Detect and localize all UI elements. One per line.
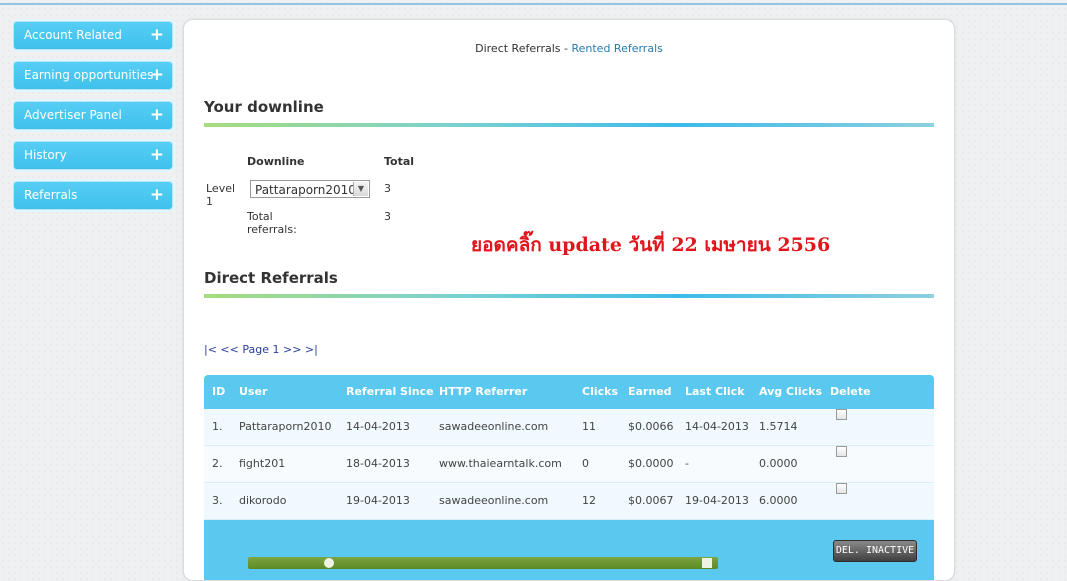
sidebar-item-referrals[interactable]: Referrals + [13, 181, 173, 210]
column-header-referral-since: Referral Since [346, 385, 434, 398]
column-header-id: ID [212, 385, 226, 398]
top-border [0, 3, 1067, 5]
plus-icon: + [149, 65, 164, 85]
table-row: 2. fight201 18-04-2013 www.thaiearntalk.… [204, 446, 934, 483]
row-user: dikorodo [239, 494, 287, 507]
tab-direct-referrals[interactable]: Direct Referrals [475, 42, 560, 55]
direct-referrals-title: Direct Referrals [204, 269, 338, 287]
click-update-note: ยอดคลิ๊ก update วันที่ 22 เมษายน 2556 [471, 234, 831, 256]
table-row: 1. Pattaraporn2010 14-04-2013 sawadeeonl… [204, 409, 934, 446]
row-last-click: 19-04-2013 [685, 494, 749, 507]
row-earned: $0.0066 [628, 420, 674, 433]
column-header-http-referrer: HTTP Referrer [439, 385, 528, 398]
row-referral-since: 14-04-2013 [346, 420, 410, 433]
row-id: 3. [212, 494, 223, 507]
row-id: 1. [212, 420, 223, 433]
plus-icon: + [149, 185, 164, 205]
row-clicks: 0 [582, 457, 589, 470]
banner-bar [248, 557, 718, 569]
downline-title: Your downline [204, 98, 324, 116]
total-referrals-label: Total referrals: [247, 210, 297, 236]
table-row: 3. dikorodo 19-04-2013 sawadeeonline.com… [204, 483, 934, 520]
row-avg-clicks: 1.5714 [759, 420, 798, 433]
referral-tabs: Direct Referrals - Rented Referrals [184, 42, 954, 55]
row-referral-since: 19-04-2013 [346, 494, 410, 507]
sidebar-item-label: Advertiser Panel [24, 108, 122, 122]
row-earned: $0.0067 [628, 494, 674, 507]
delete-checkbox[interactable] [836, 483, 847, 494]
row-clicks: 11 [582, 420, 596, 433]
downline-column-header: Downline [247, 155, 305, 168]
delete-checkbox[interactable] [836, 409, 847, 420]
direct-referrals-divider [204, 294, 934, 298]
column-header-delete: Delete [830, 385, 871, 398]
sidebar-item-label: History [24, 148, 67, 162]
main-panel: Direct Referrals - Rented Referrals Your… [183, 19, 955, 581]
column-header-earned: Earned [628, 385, 672, 398]
downline-divider [204, 123, 934, 127]
sidebar-item-label: Referrals [24, 188, 78, 202]
row-last-click: - [685, 457, 689, 470]
sidebar-item-account-related[interactable]: Account Related + [13, 21, 173, 50]
row-http-referrer: sawadeeonline.com [439, 494, 549, 507]
sidebar-item-advertiser-panel[interactable]: Advertiser Panel + [13, 101, 173, 130]
row-earned: $0.0000 [628, 457, 674, 470]
delete-inactive-button[interactable]: DEL. INACTIVE [833, 540, 917, 562]
sidebar-item-history[interactable]: History + [13, 141, 173, 170]
level-total: 3 [384, 182, 391, 195]
tab-separator: - [560, 42, 572, 55]
table-footer: DEL. INACTIVE [204, 520, 934, 580]
plus-icon: + [149, 105, 164, 125]
referrals-table: ID User Referral Since HTTP Referrer Cli… [204, 375, 934, 580]
row-http-referrer: www.thaiearntalk.com [439, 457, 562, 470]
column-header-avg-clicks: Avg Clicks [759, 385, 822, 398]
plus-icon: + [149, 25, 164, 45]
sidebar-item-label: Account Related [24, 28, 122, 42]
row-user: fight201 [239, 457, 286, 470]
tab-rented-referrals[interactable]: Rented Referrals [571, 42, 662, 55]
help-icon [702, 558, 712, 568]
row-avg-clicks: 0.0000 [759, 457, 798, 470]
row-avg-clicks: 6.0000 [759, 494, 798, 507]
chevron-down-icon: ▼ [353, 182, 368, 196]
plus-icon: + [149, 145, 164, 165]
column-header-clicks: Clicks [582, 385, 618, 398]
table-header: ID User Referral Since HTTP Referrer Cli… [204, 375, 934, 409]
delete-checkbox[interactable] [836, 446, 847, 457]
sidebar-item-earning-opportunities[interactable]: Earning opportunities + [13, 61, 173, 90]
column-header-last-click: Last Click [685, 385, 745, 398]
level-label: Level 1 [206, 182, 236, 208]
total-column-header: Total [384, 155, 415, 168]
downline-user-select[interactable]: Pattaraporn2010 ▼ [250, 180, 370, 198]
row-http-referrer: sawadeeonline.com [439, 420, 549, 433]
column-header-user: User [239, 385, 268, 398]
pagination[interactable]: |< << Page 1 >> >| [204, 343, 318, 356]
row-id: 2. [212, 457, 223, 470]
row-clicks: 12 [582, 494, 596, 507]
selected-user: Pattaraporn2010 [255, 183, 356, 197]
row-referral-since: 18-04-2013 [346, 457, 410, 470]
row-user: Pattaraporn2010 [239, 420, 332, 433]
sidebar: Account Related + Earning opportunities … [13, 21, 173, 221]
total-referrals-value: 3 [384, 210, 391, 223]
sidebar-item-label: Earning opportunities [24, 68, 154, 82]
row-last-click: 14-04-2013 [685, 420, 749, 433]
info-icon [324, 558, 334, 568]
